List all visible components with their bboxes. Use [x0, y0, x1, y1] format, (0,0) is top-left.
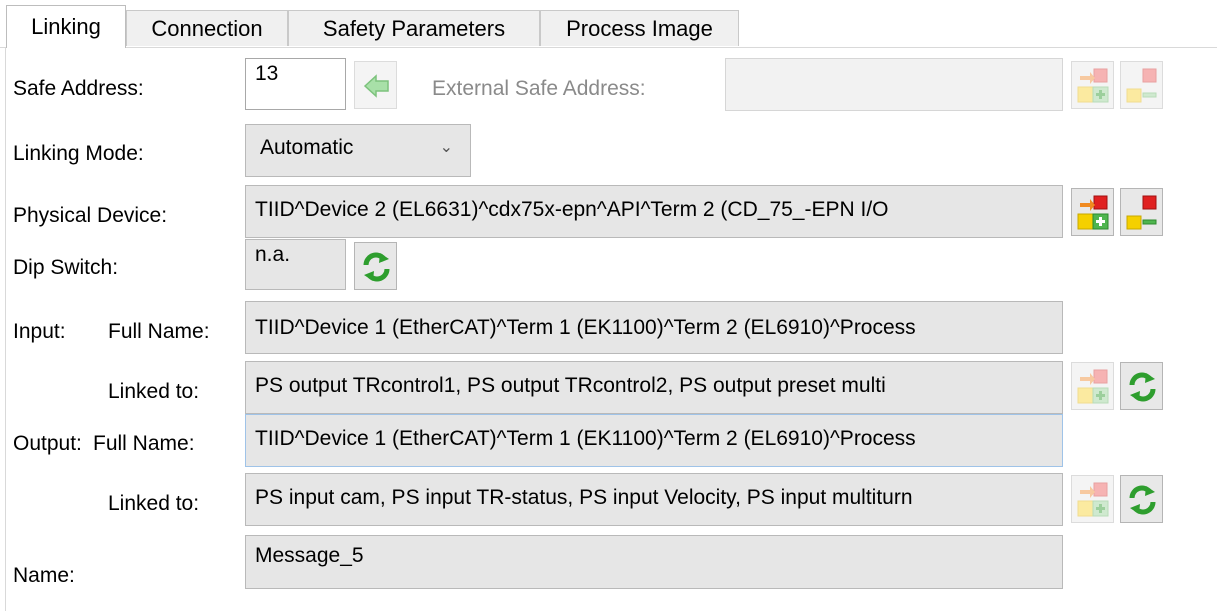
remove-link-button-disabled[interactable] [1120, 61, 1163, 109]
output-linked-to-field[interactable]: PS input cam, PS input TR-status, PS inp… [245, 473, 1063, 526]
physical-device-field[interactable]: TIID^Device 2 (EL6631)^cdx75x-epn^API^Te… [245, 185, 1063, 238]
name-label: Name: [13, 564, 75, 587]
input-linked-to-label: Linked to: [108, 380, 200, 403]
tab-safety-parameters[interactable]: Safety Parameters [288, 10, 540, 46]
safe-address-input[interactable]: 13 [245, 58, 346, 110]
linking-mode-select[interactable]: Automatic ⌄ [245, 124, 471, 177]
tab-label: Connection [151, 15, 263, 41]
output-label: Output: [13, 432, 82, 455]
panel-border [5, 48, 6, 611]
tab-label: Process Image [566, 15, 713, 41]
input-add-link-button[interactable] [1071, 362, 1114, 410]
linking-mode-label: Linking Mode: [13, 142, 144, 165]
linking-mode-value: Automatic [260, 136, 354, 159]
green-refresh-icon [1129, 372, 1156, 402]
link-add-icon [1077, 195, 1109, 230]
tab-linking[interactable]: Linking [6, 5, 126, 48]
chevron-down-icon: ⌄ [439, 139, 453, 156]
tab-label: Linking [31, 14, 101, 39]
input-linked-to-field[interactable]: PS output TRcontrol1, PS output TRcontro… [245, 361, 1063, 414]
remove-link-button[interactable] [1120, 188, 1163, 236]
link-add-icon [1077, 369, 1109, 404]
green-refresh-icon [363, 252, 390, 282]
output-full-name-label: Full Name: [93, 432, 195, 455]
external-safe-address-label: External Safe Address: [432, 77, 646, 100]
dip-switch-label: Dip Switch: [13, 256, 119, 279]
tab-connection[interactable]: Connection [126, 10, 288, 46]
green-refresh-icon [1129, 485, 1156, 515]
dip-switch-field[interactable]: n.a. [245, 239, 346, 290]
refresh-dip-switch-button[interactable] [354, 242, 397, 290]
tab-strip-divider [0, 47, 1217, 48]
green-arrow-left-icon [363, 74, 389, 98]
output-linked-to-label: Linked to: [108, 492, 200, 515]
output-refresh-button[interactable] [1120, 475, 1163, 523]
link-add-icon [1077, 68, 1109, 103]
output-add-link-button[interactable] [1071, 475, 1114, 523]
input-refresh-button[interactable] [1120, 362, 1163, 410]
tab-process-image[interactable]: Process Image [540, 10, 739, 46]
physical-device-label: Physical Device: [13, 204, 168, 227]
output-full-name-field[interactable]: TIID^Device 1 (EtherCAT)^Term 1 (EK1100)… [245, 414, 1063, 467]
input-full-name-field[interactable]: TIID^Device 1 (EtherCAT)^Term 1 (EK1100)… [245, 301, 1063, 354]
input-label: Input: [13, 320, 66, 343]
external-safe-address-input[interactable] [725, 58, 1063, 111]
input-full-name-label: Full Name: [108, 320, 210, 343]
link-add-icon [1077, 482, 1109, 517]
name-field[interactable]: Message_5 [245, 535, 1063, 589]
apply-safe-address-button[interactable] [354, 61, 397, 109]
add-link-button[interactable] [1071, 188, 1114, 236]
link-remove-icon [1126, 68, 1157, 103]
safe-address-label: Safe Address: [13, 77, 144, 100]
add-link-button-disabled[interactable] [1071, 61, 1114, 109]
link-remove-icon [1126, 195, 1157, 230]
tab-label: Safety Parameters [322, 15, 506, 41]
